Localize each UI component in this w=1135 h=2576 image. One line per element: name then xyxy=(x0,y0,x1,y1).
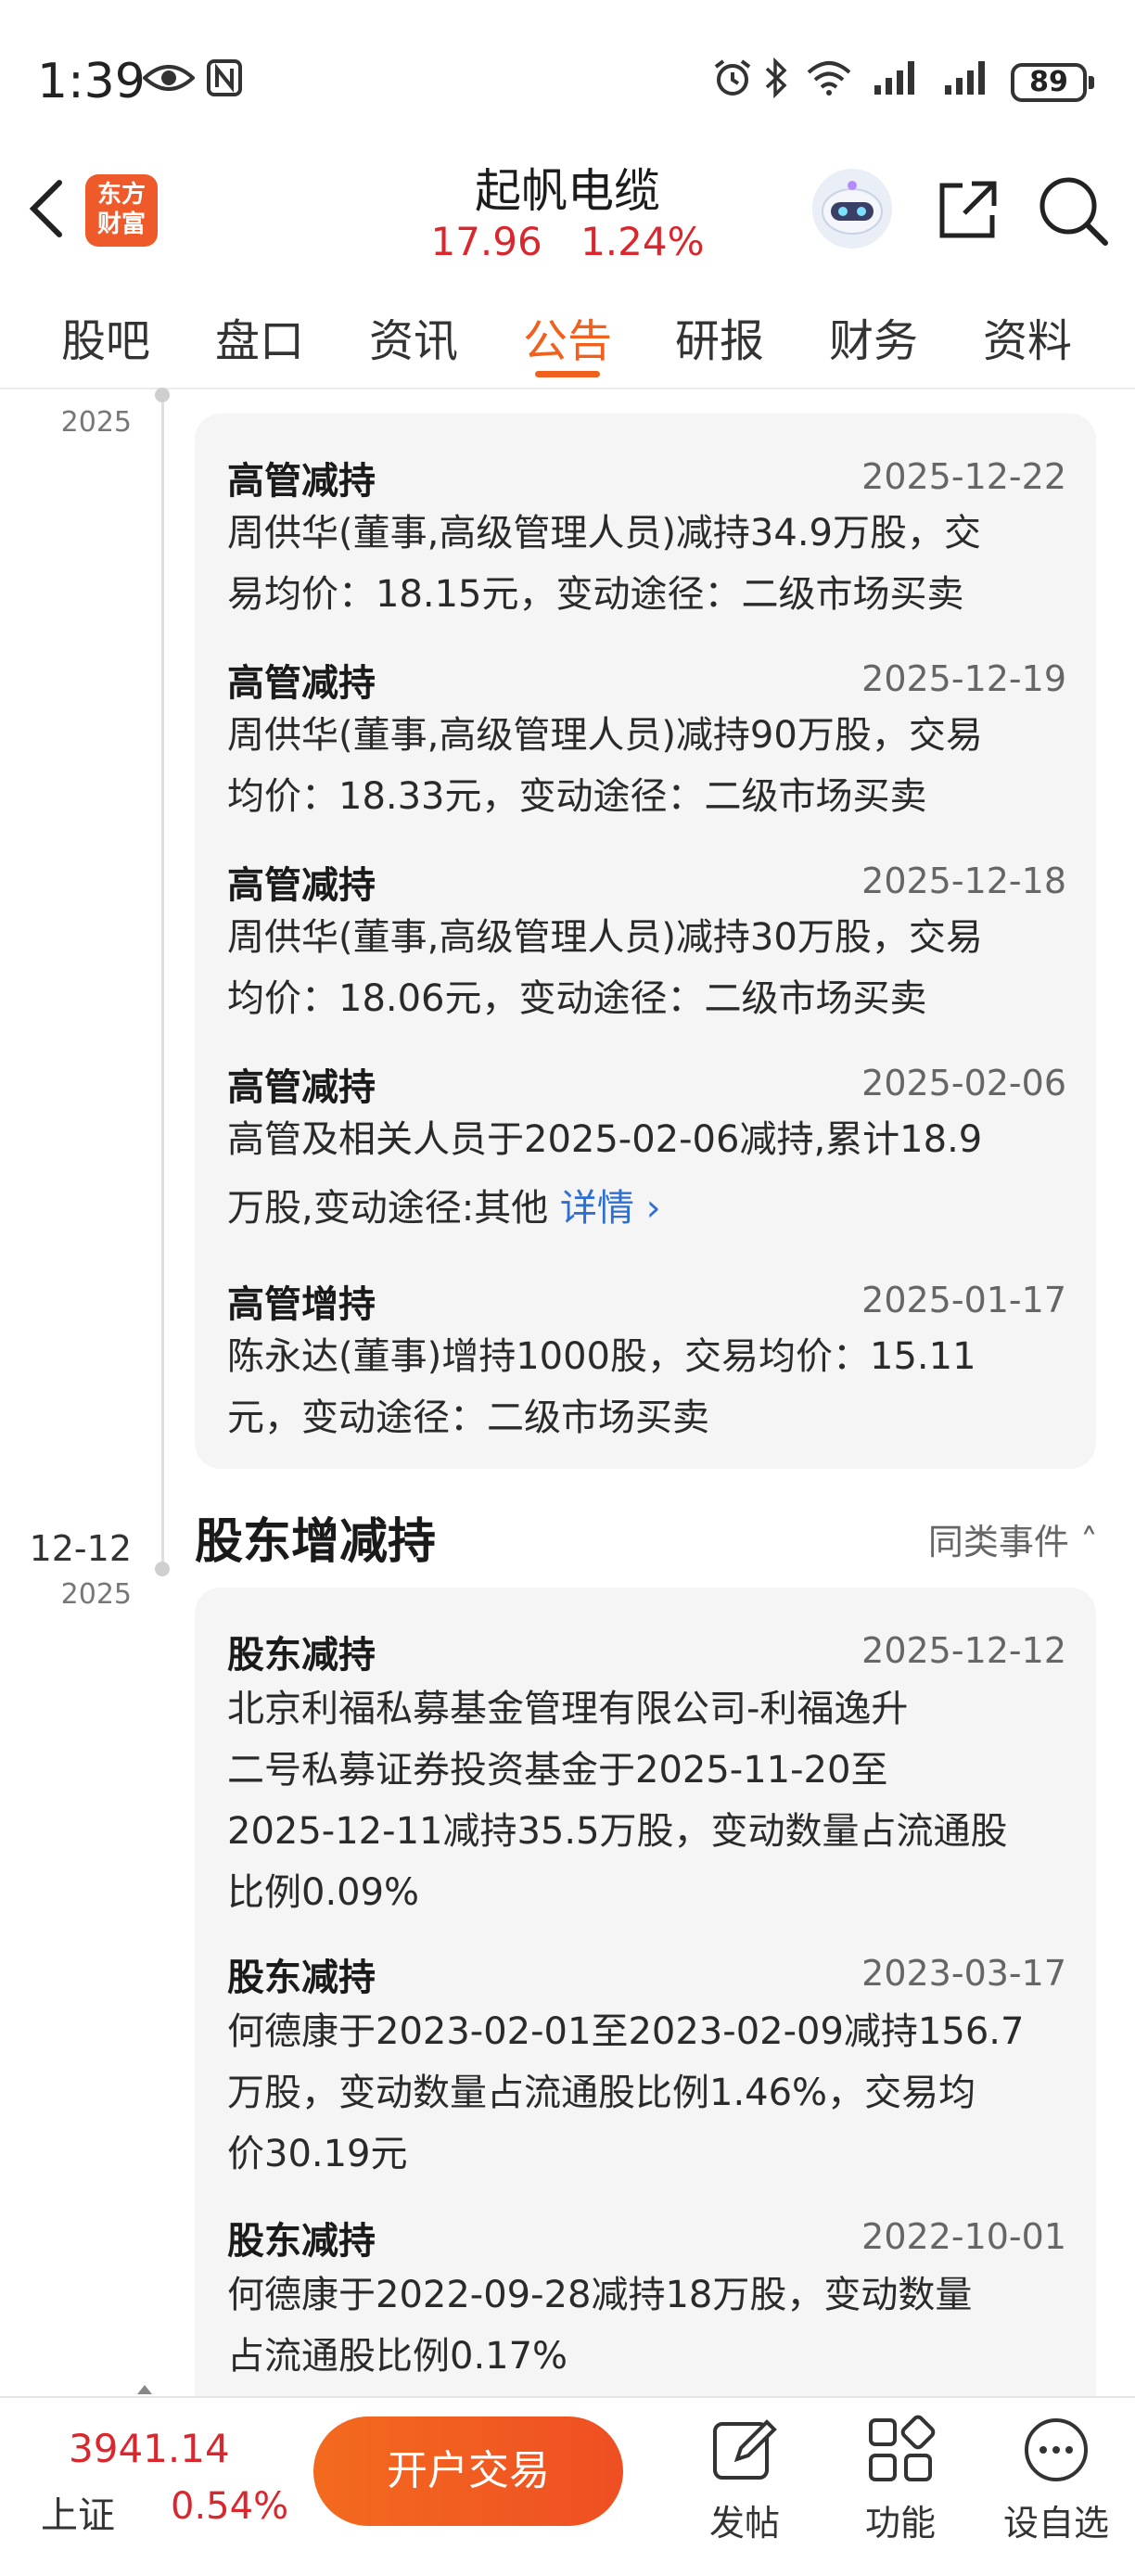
item-title: 高管增持 xyxy=(227,1283,376,1326)
more-dots-icon xyxy=(1025,2418,1088,2481)
function-label: 功能 xyxy=(864,2503,936,2544)
item-text-line: 周供华(董事,高级管理人员)减持90万股，交易 xyxy=(227,714,983,757)
timeline-dot xyxy=(155,388,170,402)
timeline-year: 2025 xyxy=(60,406,132,439)
tab-news[interactable]: 资讯 xyxy=(369,304,458,369)
item-text-line: 万股，变动数量占流通股比例1.46%，交易均 xyxy=(227,2072,976,2114)
watchlist-label: 设自选 xyxy=(1002,2503,1109,2544)
eye-icon xyxy=(141,56,197,100)
item-title: 高管减持 xyxy=(227,460,376,503)
tab-pankou[interactable]: 盘口 xyxy=(215,304,304,369)
status-time: 1:39 xyxy=(37,54,146,109)
item-date: 2025-12-18 xyxy=(861,861,1066,901)
item-text-line: 何德康于2023-02-01至2023-02-09减持156.7 xyxy=(227,2010,1025,2053)
tab-announcements[interactable]: 公告 xyxy=(523,304,612,369)
item-text-line: 陈永达(董事)增持1000股，交易均价：15.11 xyxy=(227,1335,976,1378)
tab-profile[interactable]: 资料 xyxy=(983,304,1072,369)
signal-icon-2 xyxy=(942,56,990,100)
item-title: 高管减持 xyxy=(227,864,376,907)
wifi-icon xyxy=(805,56,853,100)
bottom-bar: 3941.14 上证 0.54% 开户交易 发帖 功能 设自选 xyxy=(0,2385,1135,2576)
post-button[interactable]: 发帖 xyxy=(684,2415,805,2545)
item-date: 2025-02-06 xyxy=(861,1063,1066,1103)
item-text-line: 周供华(董事,高级管理人员)减持30万股，交易 xyxy=(227,916,983,959)
item-title: 股东减持 xyxy=(227,1957,376,1999)
index-value[interactable]: 3941.14 xyxy=(69,2426,230,2471)
timeline-line xyxy=(161,388,164,1565)
item-date: 2025-12-19 xyxy=(861,658,1066,699)
item-date: 2025-12-12 xyxy=(861,1630,1066,1671)
item-text-line: 易均价：18.15元，变动途径：二级市场买卖 xyxy=(227,573,964,616)
item-text-part: 万股,变动途径:其他 xyxy=(227,1187,560,1230)
status-bar: 1:39 89 xyxy=(0,0,1135,167)
item-text-line: 元，变动途径：二级市场买卖 xyxy=(227,1396,709,1439)
timeline-dot xyxy=(155,1562,170,1576)
active-tab-indicator xyxy=(535,371,600,377)
stock-header: 东方 财富 起帆电缆 17.96 1.24% xyxy=(0,148,1135,278)
item-date: 2022-10-01 xyxy=(861,2216,1066,2257)
add-watchlist-button[interactable]: 设自选 xyxy=(996,2415,1116,2545)
item-title: 高管减持 xyxy=(227,662,376,705)
item-date: 2025-01-17 xyxy=(861,1280,1066,1320)
item-text-line: 北京利福私募基金管理有限公司-利福逸升 xyxy=(227,1688,909,1730)
item-text-line: 何德康于2022-09-28减持18万股，变动数量 xyxy=(227,2274,973,2316)
nfc-icon xyxy=(206,56,243,100)
announcement-card-shareholders: 股东减持 2025-12-12 北京利福私募基金管理有限公司-利福逸升 二号私募… xyxy=(195,1588,1096,2422)
search-icon[interactable] xyxy=(1031,169,1115,252)
item-date: 2025-12-22 xyxy=(861,456,1066,497)
item-date: 2023-03-17 xyxy=(861,1953,1066,1994)
tab-finance[interactable]: 财务 xyxy=(829,304,918,369)
item-text-line: 均价：18.33元，变动途径：二级市场买卖 xyxy=(227,775,927,818)
index-name: 上证 xyxy=(41,2494,115,2537)
item-text-line: 比例0.09% xyxy=(227,1871,420,1914)
function-button[interactable]: 功能 xyxy=(840,2415,961,2545)
tab-guba[interactable]: 股吧 xyxy=(61,304,150,369)
item-text-line-with-link: 万股,变动途径:其他 详情 › xyxy=(227,1178,1066,1239)
edit-icon xyxy=(713,2419,777,2480)
alarm-icon xyxy=(712,56,753,100)
item-text-line: 均价：18.06元，变动途径：二级市场买卖 xyxy=(227,977,927,1020)
timeline-year: 2025 xyxy=(60,1578,132,1611)
item-title: 高管减持 xyxy=(227,1066,376,1109)
bluetooth-icon xyxy=(762,56,790,100)
battery-indicator: 89 xyxy=(1011,63,1094,102)
item-title: 股东减持 xyxy=(227,1634,376,1677)
index-change: 0.54% xyxy=(171,2485,289,2528)
timeline-date: 12-12 xyxy=(29,1528,132,1569)
item-text-line: 价30.19元 xyxy=(227,2133,408,2175)
stock-change: 1.24% xyxy=(580,219,705,264)
share-icon[interactable] xyxy=(925,169,1009,252)
tab-bar: 股吧 盘口 资讯 公告 研报 财务 资料 xyxy=(0,278,1135,389)
item-text-line: 高管及相关人员于2025-02-06减持,累计18.9 xyxy=(227,1118,983,1161)
item-text-line: 二号私募证券投资基金于2025-11-20至 xyxy=(227,1749,888,1792)
item-text-line: 2025-12-11减持35.5万股，变动数量占流通股 xyxy=(227,1810,1008,1853)
signal-icon xyxy=(872,56,920,100)
grid-icon xyxy=(869,2415,936,2481)
item-text-line: 占流通股比例0.17% xyxy=(227,2335,568,2378)
announcement-card-executives: 高管减持 2025-12-22 周供华(董事,高级管理人员)减持34.9万股，交… xyxy=(195,414,1096,1469)
stock-price: 17.96 xyxy=(430,219,542,264)
post-label: 发帖 xyxy=(708,2503,780,2544)
item-text-line: 周供华(董事,高级管理人员)减持34.9万股，交 xyxy=(227,512,981,555)
ai-assistant-icon[interactable] xyxy=(812,169,892,249)
section-title: 股东增减持 xyxy=(195,1514,437,1570)
item-title: 股东减持 xyxy=(227,2220,376,2263)
similar-events-button[interactable]: 同类事件 ˄ xyxy=(928,1513,1098,1564)
tab-research[interactable]: 研报 xyxy=(675,304,764,369)
open-account-trade-button[interactable]: 开户交易 xyxy=(313,2417,623,2526)
expand-indicator-icon[interactable] xyxy=(137,2385,152,2394)
detail-link[interactable]: 详情 › xyxy=(560,1187,661,1230)
